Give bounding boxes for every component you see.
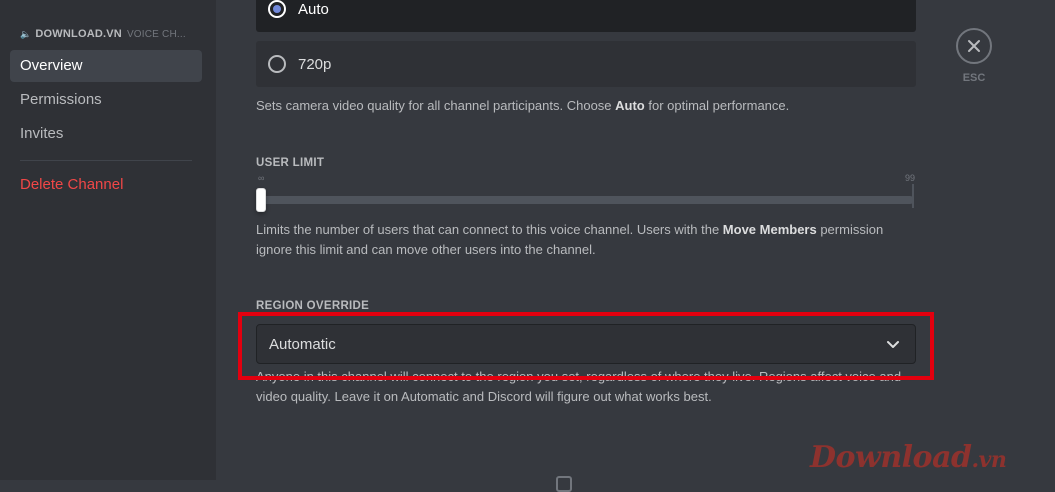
user-limit-title: USER LIMIT [256,157,325,169]
sidebar-header: 🔈 DOWNLOAD.VN VOICE CH... [20,28,200,40]
slider-max-tick [912,184,914,208]
watermark-main: Download [810,440,972,475]
description-text: Limits the number of users that can conn… [256,222,723,237]
region-override-title: REGION OVERRIDE [256,300,370,312]
region-override-select[interactable]: Automatic [256,324,916,364]
radio-checked-icon[interactable] [268,0,286,18]
watermark-tld: .vn [971,447,1007,473]
channel-name: VOICE CH... [126,28,186,40]
video-quality-option-auto[interactable]: Auto [256,0,916,32]
user-limit-slider-track[interactable] [258,196,914,204]
server-name: DOWNLOAD.VN [35,28,122,40]
slider-max-marker: 99 [905,173,916,183]
sidebar-item-permissions[interactable]: Permissions [10,84,202,116]
description-bold-text: Move Members [722,222,817,237]
settings-sidebar: 🔈 DOWNLOAD.VN VOICE CH... Overview Permi… [0,0,216,480]
sidebar-item-invites[interactable]: Invites [10,118,202,150]
watermark-logo: Download.vn [810,440,1007,475]
description-text: for optimal performance. [644,98,790,113]
speaker-icon: 🔈 [20,28,32,39]
esc-label: ESC [962,72,986,84]
video-quality-option-720p[interactable]: 720p [256,41,916,87]
region-override-value: Automatic [269,335,336,353]
chevron-down-icon [887,341,899,348]
description-bold-text: Auto [615,98,645,113]
video-quality-description: Sets camera video quality for all channe… [256,96,916,116]
user-limit-description: Limits the number of users that can conn… [256,220,916,260]
user-limit-slider-handle[interactable] [256,188,266,212]
description-text: Sets camera video quality for all channe… [256,98,616,113]
slider-min-marker: ∞ [258,173,265,183]
delete-channel-button[interactable]: Delete Channel [10,169,202,201]
checkbox-partial[interactable] [556,476,572,492]
region-override-description: Anyone in this channel will connect to t… [256,369,902,404]
sidebar-divider [20,160,192,161]
video-quality-option-label: Auto [298,0,329,18]
close-button[interactable] [956,28,992,64]
close-icon [968,40,980,52]
video-quality-option-label: 720p [298,55,332,73]
sidebar-item-overview[interactable]: Overview [10,50,202,82]
radio-unchecked-icon[interactable] [268,55,286,73]
